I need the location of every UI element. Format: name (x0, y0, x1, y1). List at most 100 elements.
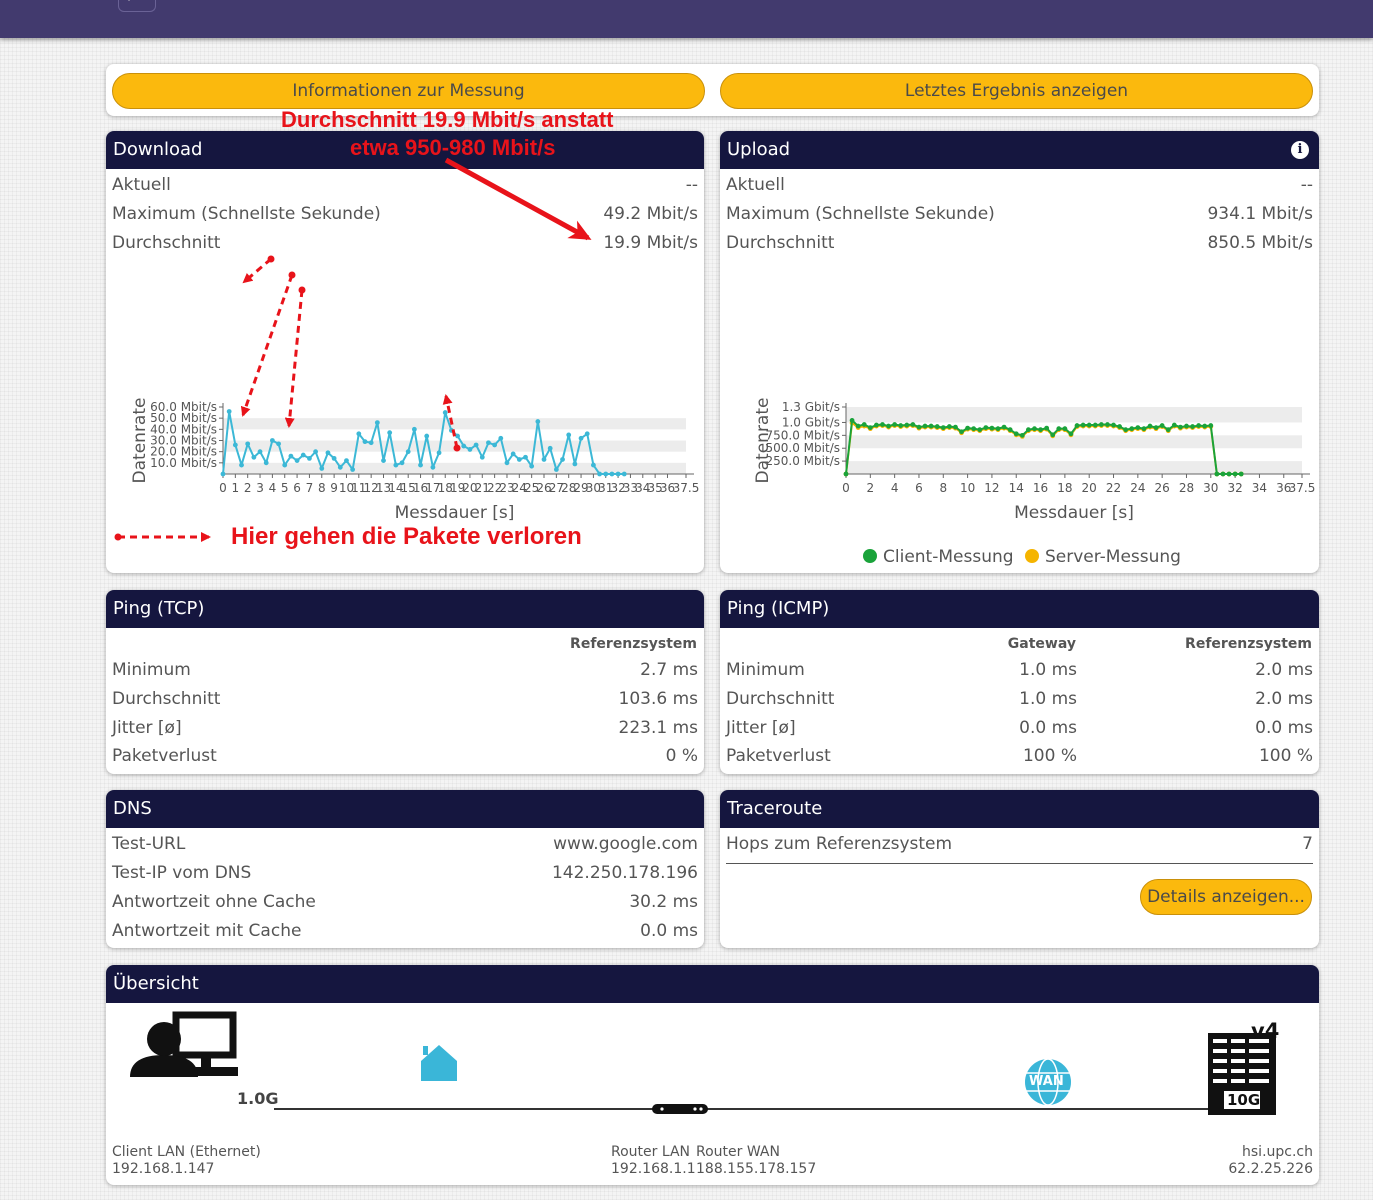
data-point (331, 455, 337, 461)
data-point (418, 462, 423, 468)
row-label: Antwortzeit mit Cache (112, 921, 302, 941)
data-point (1184, 423, 1189, 429)
data-point (566, 432, 572, 438)
data-point (226, 409, 232, 414)
data-point (510, 451, 516, 457)
legend-server[interactable]: Server-Messung (1025, 547, 1181, 567)
x-tick-label: 8 (318, 481, 326, 495)
annotation-packet-loss: Hier gehen die Pakete verloren (231, 523, 582, 550)
data-point (257, 449, 263, 455)
row-label: Jitter [ø] (112, 718, 182, 738)
data-point (615, 471, 621, 477)
data-point (1001, 424, 1007, 430)
x-tick-label: 30 (1203, 481, 1218, 495)
data-point (886, 423, 891, 429)
data-point (387, 430, 393, 436)
data-point (578, 435, 584, 441)
data-point (584, 431, 590, 437)
row-gateway-value: 0.0 ms (1019, 718, 1077, 738)
row-label: Jitter [ø] (726, 718, 796, 738)
data-point (337, 464, 343, 470)
data-point (1171, 422, 1177, 428)
data-point (904, 422, 910, 428)
data-point (1232, 471, 1238, 477)
data-point (1074, 423, 1080, 428)
row-reference-value: 2.0 ms (1255, 660, 1313, 680)
data-point (977, 427, 983, 433)
data-point (1026, 427, 1031, 433)
data-point (473, 442, 479, 448)
stub-label: Q (122, 0, 131, 2)
data-point (621, 471, 627, 477)
x-tick-label: 2 (866, 481, 874, 495)
row-label: Test-IP vom DNS (112, 863, 252, 883)
grid-band (223, 418, 686, 430)
data-point (1214, 471, 1220, 477)
client-computer-icon (130, 1011, 238, 1077)
data-point (436, 450, 442, 456)
data-point (1238, 471, 1244, 477)
data-point (294, 458, 300, 463)
server-info: hsi.upc.ch 62.2.25.226 (1228, 1144, 1313, 1178)
data-point (442, 410, 448, 415)
router-lan-ip: 192.168.1.1 (611, 1161, 696, 1177)
data-point (572, 461, 578, 467)
data-point (1062, 426, 1068, 432)
row-label: Durchschnitt (726, 689, 835, 709)
row-label: Durchschnitt (726, 233, 835, 253)
legend-client[interactable]: Client-Messung (863, 547, 1014, 567)
data-point (1050, 432, 1056, 438)
data-point (374, 420, 380, 426)
data-point (603, 471, 609, 477)
info-icon[interactable]: i (1291, 141, 1309, 159)
lan-house-icon (421, 1045, 457, 1081)
data-point (1178, 424, 1183, 430)
x-axis-label: Messdauer [s] (1014, 503, 1134, 523)
data-point (1202, 423, 1208, 429)
annotation-average-line1: Durchschnitt 19.9 Mbit/s anstatt (281, 107, 614, 132)
data-point (983, 425, 989, 431)
row-value: 49.2 Mbit/s (603, 204, 698, 224)
search-tab-stub[interactable]: Q (118, 0, 156, 12)
row-gateway-value: 1.0 ms (1019, 689, 1077, 709)
client-ip: 192.168.1.147 (112, 1161, 215, 1177)
y-tick-label: 250.0 Mbit/s (766, 454, 840, 468)
data-point (591, 462, 596, 468)
row-label: Aktuell (112, 175, 171, 195)
row-gateway-value: 100 % (1022, 746, 1077, 766)
network-diagram (130, 1011, 1276, 1115)
y-tick-label: 1.0 Gbit/s (782, 415, 840, 429)
row-label: Hops zum Referenzsystem (726, 834, 953, 854)
data-point (1068, 431, 1074, 437)
data-point (269, 438, 275, 443)
row-value: 2.7 ms (640, 660, 698, 680)
last-result-button[interactable]: Letztes Ergebnis anzeigen (720, 73, 1313, 109)
data-point (251, 454, 257, 460)
row-value: 19.9 Mbit/s (603, 233, 698, 253)
server-ip-version: v4 (1251, 1019, 1280, 1043)
x-tick-label: 28 (1179, 481, 1194, 495)
client-info: Client LAN (Ethernet) 192.168.1.147 (112, 1144, 261, 1178)
data-point (535, 419, 541, 424)
dns-row-test-ip: Test-IP vom DNS 142.250.178.196 (112, 863, 698, 889)
upload-title: Upload i (720, 131, 1319, 169)
data-point (1080, 422, 1086, 428)
data-point (898, 423, 904, 428)
ping-icmp-row-packetloss: Paketverlust 100 % 100 % (726, 746, 1313, 772)
router-lan-name: Router LAN (611, 1144, 691, 1160)
x-tick-label: 32 (1227, 481, 1242, 495)
dns-card: DNS Test-URL www.google.com Test-IP vom D… (106, 790, 704, 948)
data-point (892, 422, 898, 427)
info-measurement-button[interactable]: Informationen zur Messung (112, 73, 705, 109)
data-point (393, 462, 399, 468)
wan-label: WAN (1029, 1074, 1064, 1089)
data-point (609, 471, 615, 477)
details-button[interactable]: Details anzeigen... (1140, 879, 1312, 915)
legend-client-label: Client-Messung (883, 547, 1014, 567)
router-wan-info: Router WAN 188.155.178.157 (696, 1144, 816, 1178)
data-point (232, 442, 238, 448)
data-point (843, 471, 849, 477)
data-point (1129, 426, 1135, 432)
row-value: 103.6 ms (618, 689, 699, 709)
data-point (1147, 423, 1153, 429)
